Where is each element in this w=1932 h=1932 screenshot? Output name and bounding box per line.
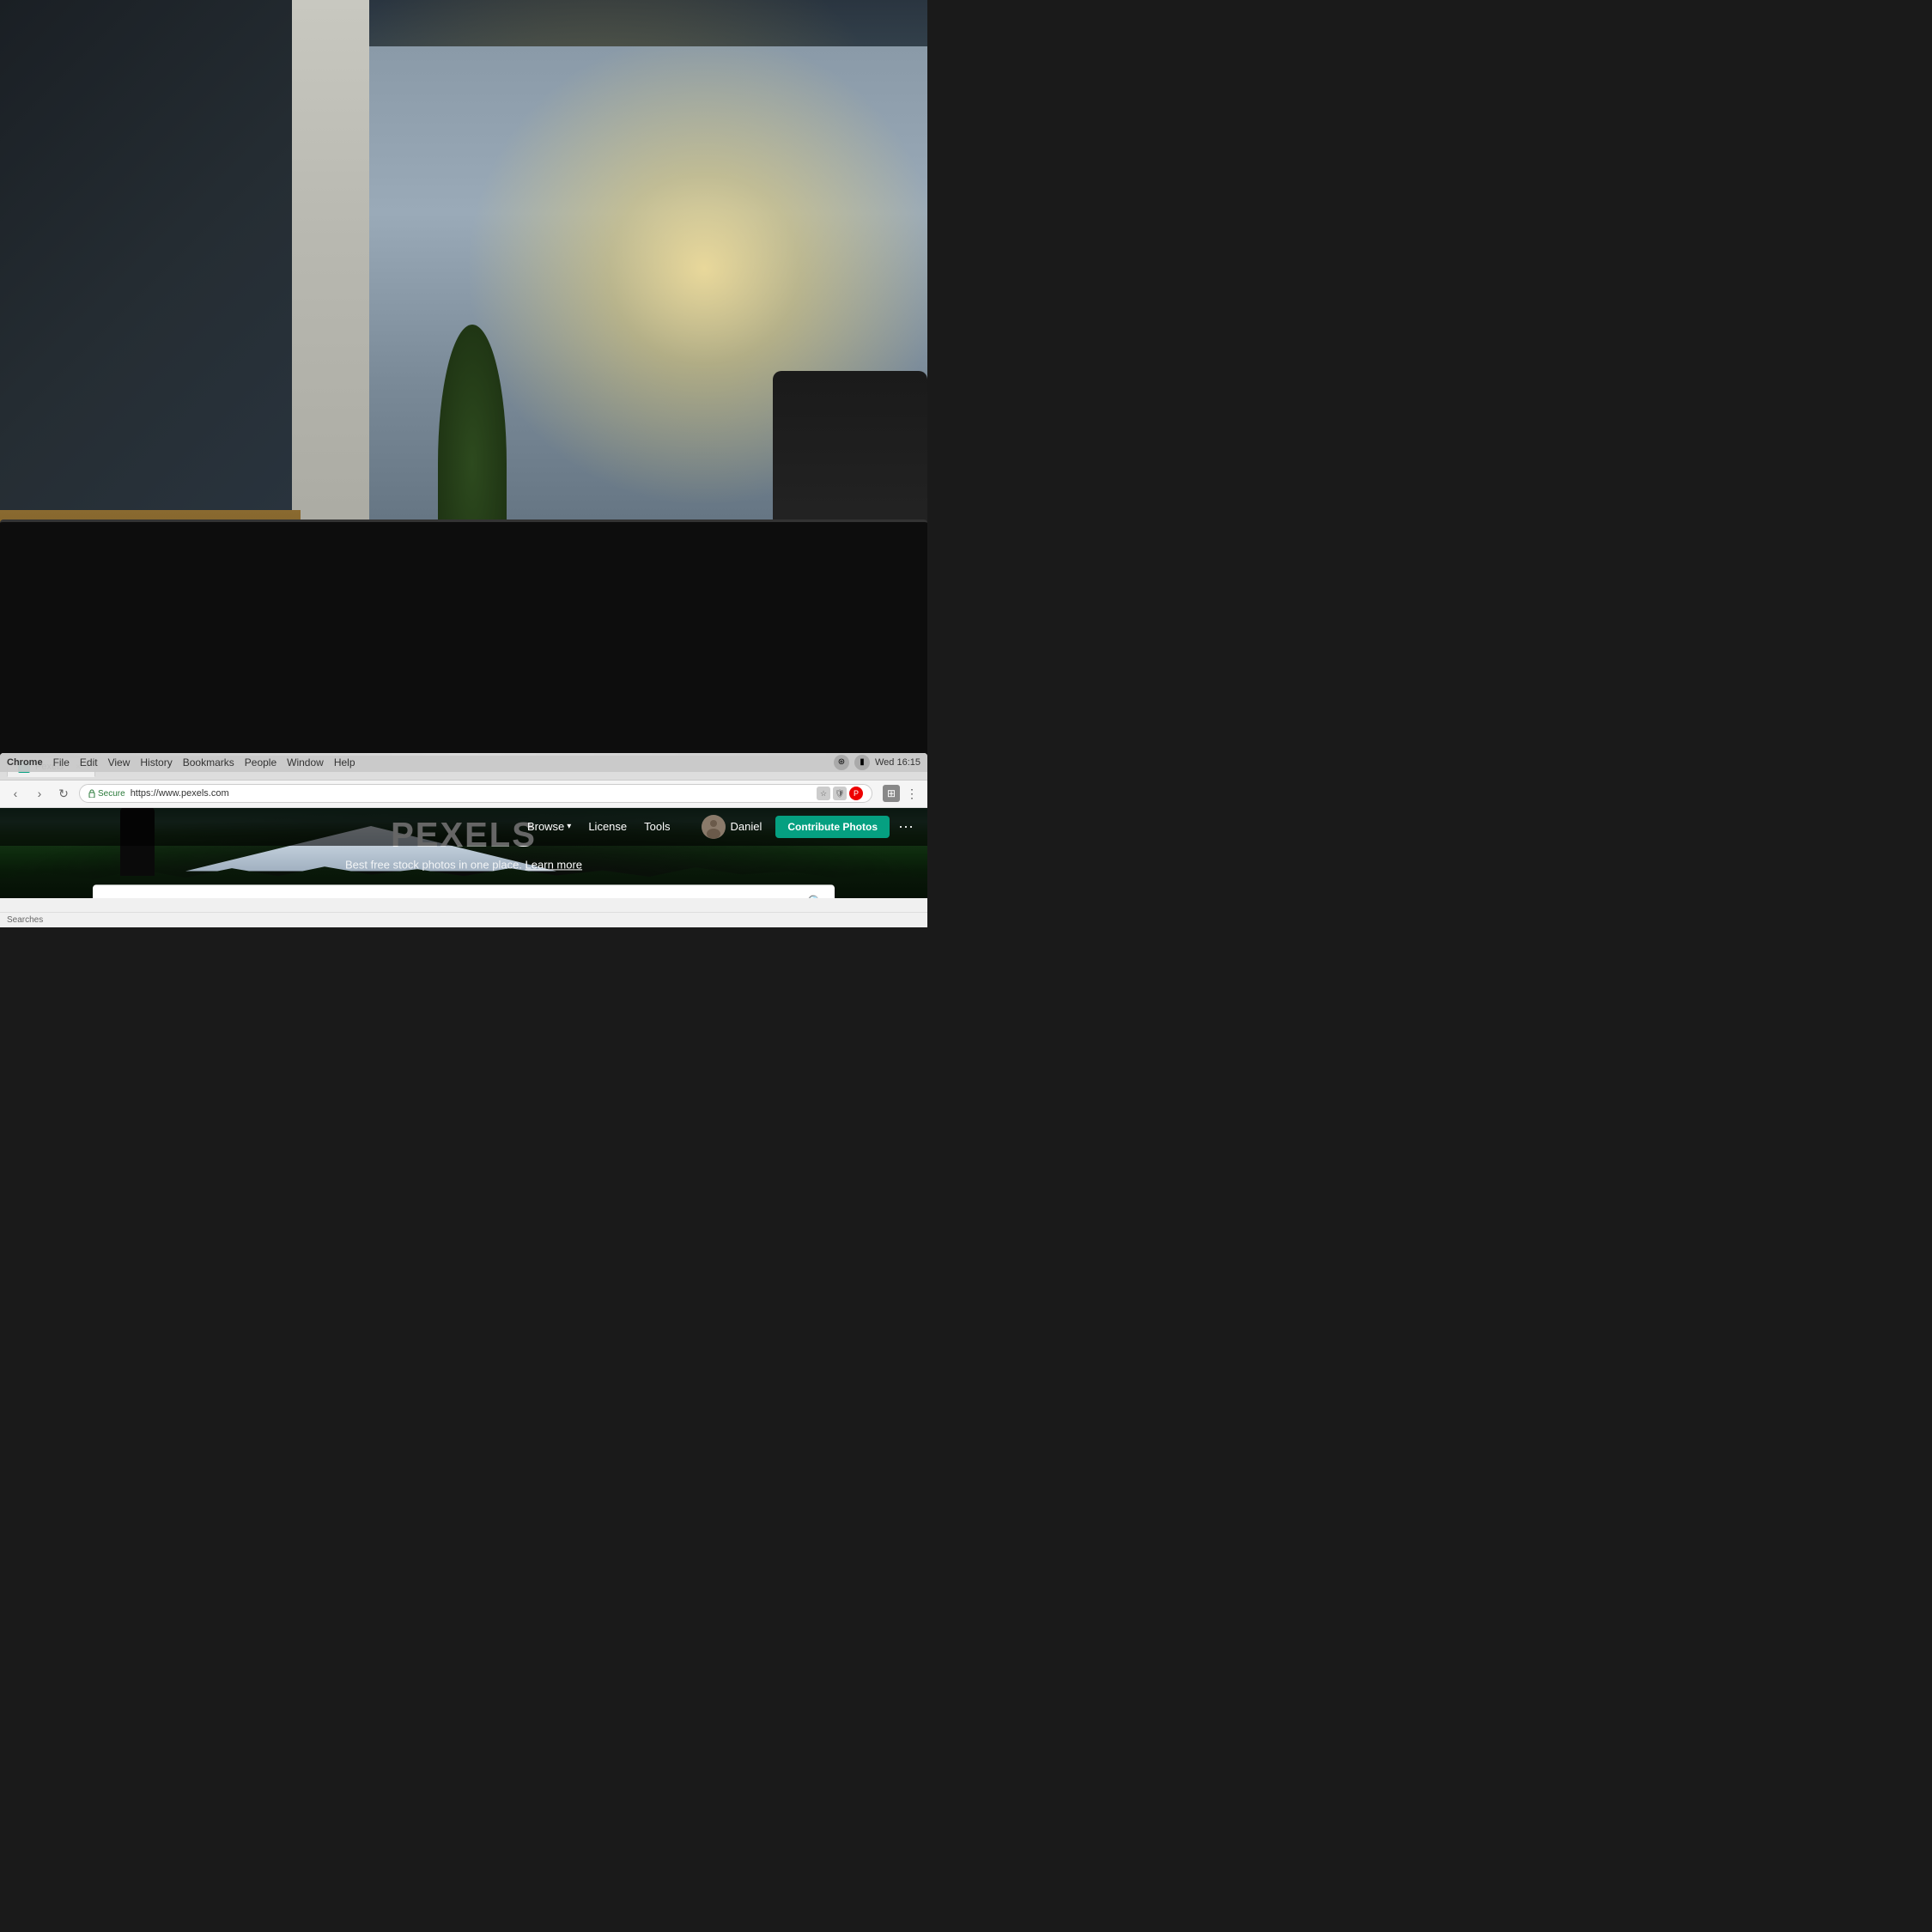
battery-icon: ▮	[854, 755, 870, 770]
menu-bookmarks[interactable]: Bookmarks	[183, 756, 234, 769]
forward-button[interactable]: ›	[31, 785, 48, 802]
menu-history[interactable]: History	[140, 756, 172, 769]
learn-more-link[interactable]: Learn more	[526, 859, 582, 872]
system-time: Wed 16:15	[875, 757, 920, 768]
menu-help[interactable]: Help	[334, 756, 355, 769]
url-text: https://www.pexels.com	[131, 788, 229, 799]
website-content: Browse ▾ License Tools Dani	[0, 808, 927, 898]
screen-glare	[0, 753, 927, 756]
menu-file[interactable]: File	[53, 756, 70, 769]
status-bar-text: Searches	[7, 915, 43, 925]
wifi-icon: ⊛	[834, 755, 849, 770]
extensions-icon[interactable]: ⊞	[883, 785, 900, 802]
address-right-icons: ☆ 🛡 P	[817, 787, 863, 800]
avatar-image	[702, 815, 726, 839]
user-profile-area[interactable]: Daniel	[684, 815, 762, 839]
menu-people[interactable]: People	[245, 756, 276, 769]
monitor-bezel: Chrome File Edit View History Bookmarks …	[0, 519, 927, 927]
pinterest-icon[interactable]: P	[849, 787, 863, 800]
app-name: Chrome	[7, 757, 43, 768]
contribute-button[interactable]: Contribute Photos	[775, 816, 890, 838]
address-bar-row: ‹ › ↻ Secure https://www.pexels.com ☆ 🛡 …	[0, 781, 927, 808]
search-icon[interactable]: 🔍	[807, 895, 824, 898]
menu-view[interactable]: View	[108, 756, 131, 769]
refresh-button[interactable]: ↻	[55, 785, 72, 802]
address-field[interactable]: Secure https://www.pexels.com ☆ 🛡 P	[79, 784, 872, 803]
search-input[interactable]	[103, 896, 807, 898]
nav-username: Daniel	[731, 820, 762, 833]
system-menu-bar: Chrome File Edit View History Bookmarks …	[0, 753, 927, 772]
star-icon[interactable]: ☆	[817, 787, 830, 800]
lock-icon	[88, 789, 95, 798]
tools-nav-item[interactable]: Tools	[644, 820, 670, 833]
chrome-menu-icon[interactable]: ⋮	[903, 785, 920, 802]
menu-edit[interactable]: Edit	[80, 756, 98, 769]
secure-label: Secure	[98, 789, 125, 799]
browser-status-bar: Searches	[0, 912, 927, 927]
more-nav-button[interactable]: ···	[898, 817, 914, 835]
shield-icon: 🛡	[833, 787, 847, 800]
search-bar[interactable]: 🔍	[93, 885, 835, 898]
browser-window: Chrome File Edit View History Bookmarks …	[0, 753, 927, 927]
back-button[interactable]: ‹	[7, 785, 24, 802]
browse-nav-item[interactable]: Browse ▾	[527, 820, 571, 833]
secure-badge: Secure	[88, 789, 125, 799]
menu-window[interactable]: Window	[287, 756, 324, 769]
license-nav-item[interactable]: License	[588, 820, 627, 833]
user-avatar	[702, 815, 726, 839]
pillar	[292, 0, 369, 603]
website-navbar: Browse ▾ License Tools Dani	[0, 808, 927, 846]
hero-subtitle: Best free stock photos in one place. Lea…	[93, 859, 835, 872]
browse-chevron-icon: ▾	[567, 822, 571, 831]
